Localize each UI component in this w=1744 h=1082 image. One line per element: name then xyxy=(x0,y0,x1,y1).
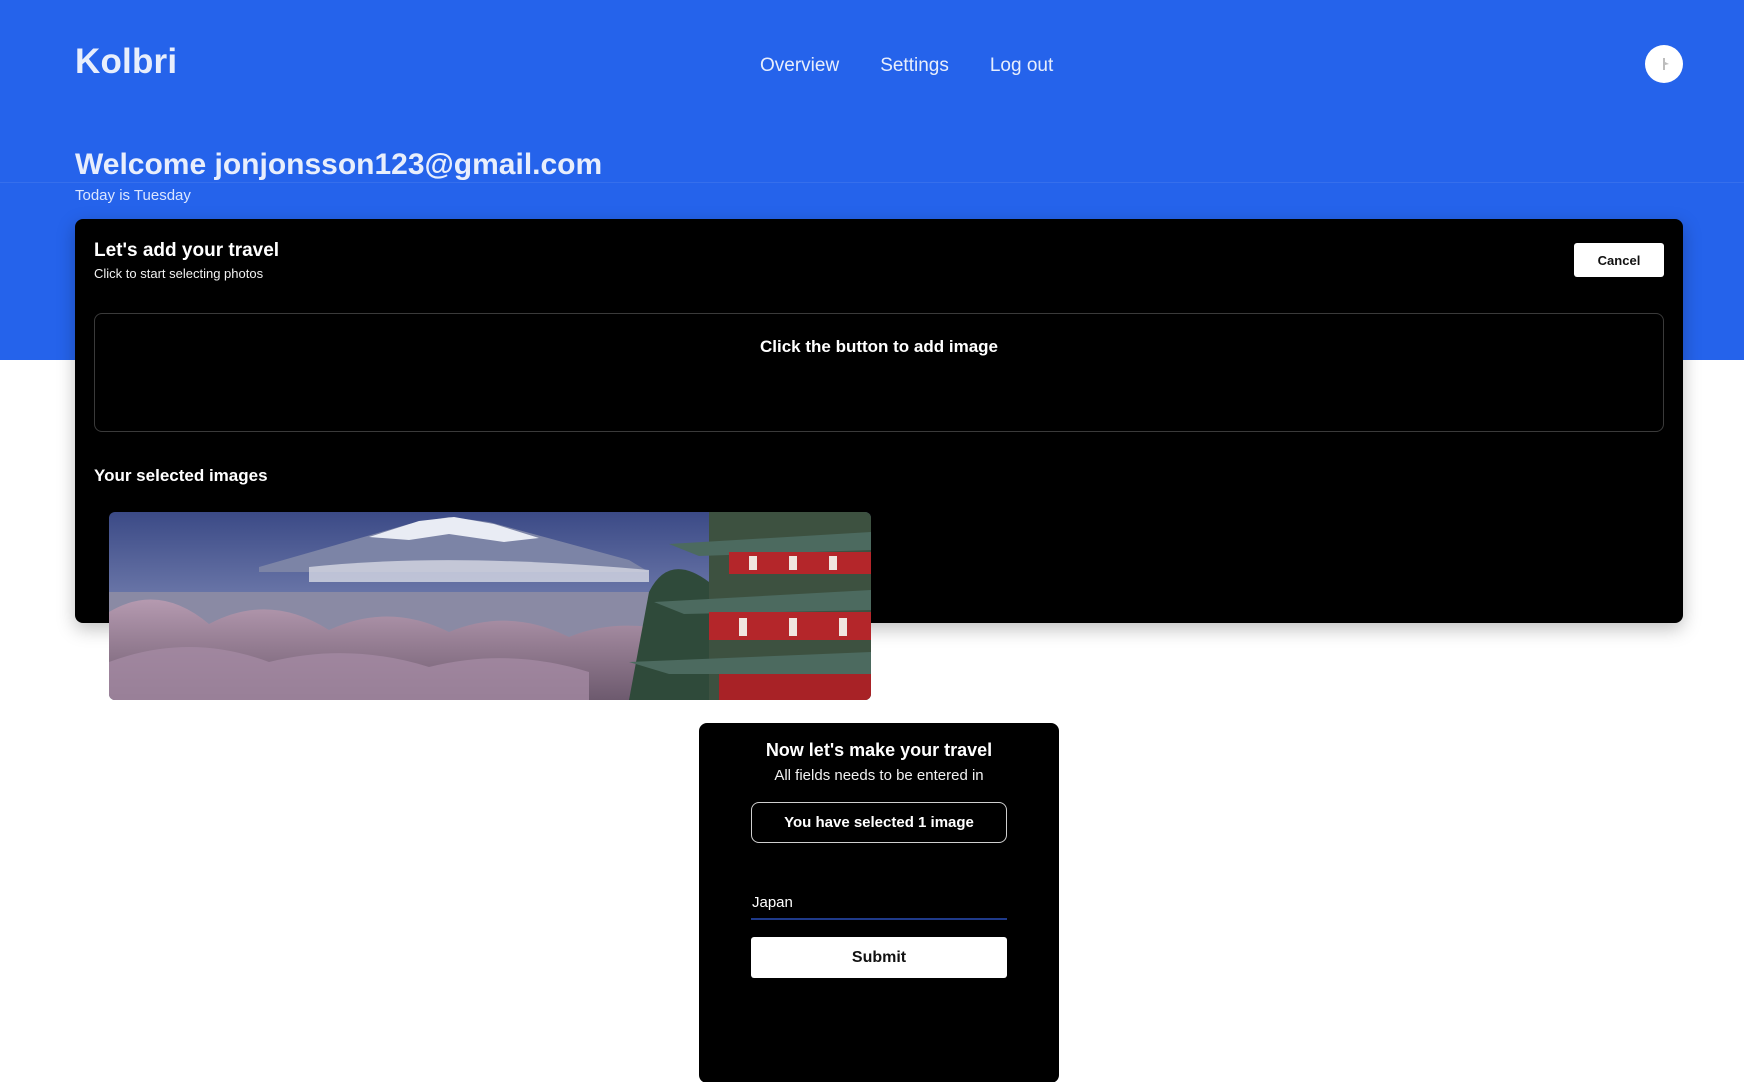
selected-count-badge: You have selected 1 image xyxy=(751,802,1007,843)
welcome-heading: Welcome jonjonsson123@gmail.com xyxy=(75,148,603,181)
submit-button[interactable]: Submit xyxy=(751,937,1007,978)
main-nav: Overview Settings Log out xyxy=(760,55,1053,77)
add-travel-subtitle: Click to start selecting photos xyxy=(94,266,264,281)
nav-settings[interactable]: Settings xyxy=(880,55,949,77)
travel-form-card: Now let's make your travel All fields ne… xyxy=(699,723,1059,1082)
selected-image-thumbnail[interactable] xyxy=(109,512,871,700)
image-dropzone[interactable]: Click the button to add image xyxy=(94,313,1664,432)
nav-logout[interactable]: Log out xyxy=(990,55,1053,77)
brand-logo[interactable]: Kolbri xyxy=(75,42,177,82)
country-input[interactable] xyxy=(751,886,1007,920)
japan-photo-image xyxy=(109,512,871,700)
add-travel-title: Let's add your travel xyxy=(94,240,280,261)
nav-overview[interactable]: Overview xyxy=(760,55,839,77)
hero-divider xyxy=(0,182,1744,183)
user-avatar-icon xyxy=(1663,58,1669,70)
travel-form-subtitle: All fields needs to be entered in xyxy=(774,767,984,784)
today-text: Today is Tuesday xyxy=(75,187,191,204)
travel-form-title: Now let's make your travel xyxy=(765,740,993,760)
selected-images-heading: Your selected images xyxy=(94,466,268,485)
dropzone-label: Click the button to add image xyxy=(759,337,998,356)
cancel-button[interactable]: Cancel xyxy=(1574,243,1664,277)
user-avatar[interactable] xyxy=(1645,45,1683,83)
